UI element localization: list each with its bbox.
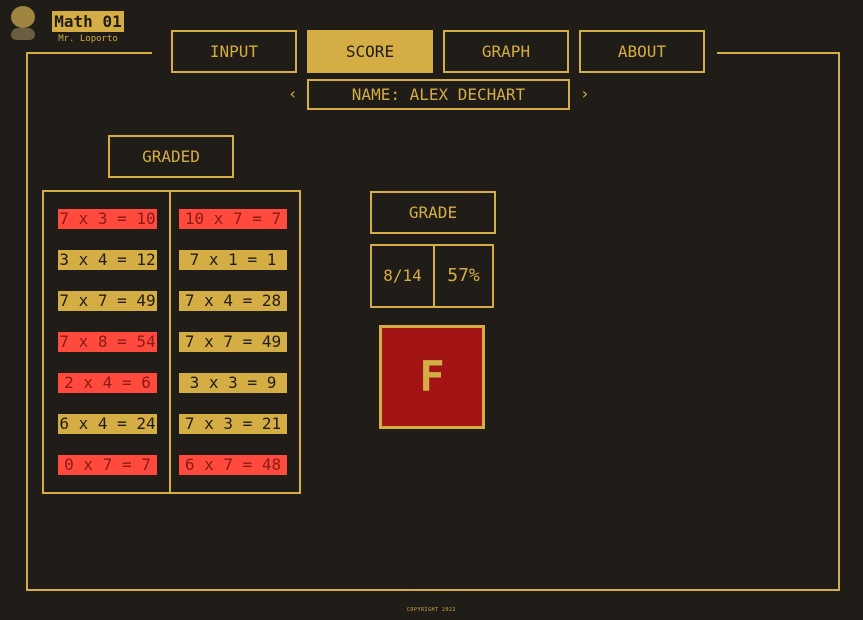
problem-right-5: 3 x 3 = 9 (179, 373, 287, 393)
problem-left-2: 3 x 4 = 12 (58, 250, 157, 270)
next-student-arrow-icon[interactable]: › (580, 84, 590, 104)
avatar-icon (11, 6, 35, 40)
previous-student-arrow-icon[interactable]: ‹ (288, 84, 298, 104)
tab-input[interactable]: INPUT (171, 30, 297, 73)
problem-left-3: 7 x 7 = 49 (58, 291, 157, 311)
problem-left-7: 0 x 7 = 7 (58, 455, 157, 475)
student-name: NAME: ALEX DECHART (307, 79, 570, 110)
problem-right-7: 6 x 7 = 48 (179, 455, 287, 475)
graded-label: GRADED (108, 135, 234, 178)
tab-about[interactable]: ABOUT (579, 30, 705, 73)
problem-left-5: 2 x 4 = 6 (58, 373, 157, 393)
tab-graph[interactable]: GRAPH (443, 30, 569, 73)
problem-right-6: 7 x 3 = 21 (179, 414, 287, 434)
score-box: 8/14 57% (370, 244, 494, 308)
tab-score[interactable]: SCORE (307, 30, 433, 73)
score-percent: 57% (447, 265, 480, 286)
copyright: COPYRIGHT 2022 (406, 607, 457, 613)
results-divider (169, 192, 171, 492)
problem-left-1: 7 x 3 = 10 (58, 209, 157, 229)
problem-right-1: 10 x 7 = 7 (179, 209, 287, 229)
problem-right-2: 7 x 1 = 1 (179, 250, 287, 270)
problem-right-4: 7 x 7 = 49 (179, 332, 287, 352)
problem-right-3: 7 x 4 = 28 (179, 291, 287, 311)
app-subtitle: Mr. Loporto (58, 34, 118, 44)
problem-left-4: 7 x 8 = 54 (58, 332, 157, 352)
grade-label: GRADE (370, 191, 496, 234)
problem-left-6: 6 x 4 = 24 (58, 414, 157, 434)
score-fraction: 8/14 (383, 266, 422, 285)
results-grid: 7 x 3 = 10 3 x 4 = 12 7 x 7 = 49 7 x 8 =… (42, 190, 301, 494)
letter-grade: F (379, 325, 485, 429)
app-title: Math 01 (52, 11, 124, 32)
